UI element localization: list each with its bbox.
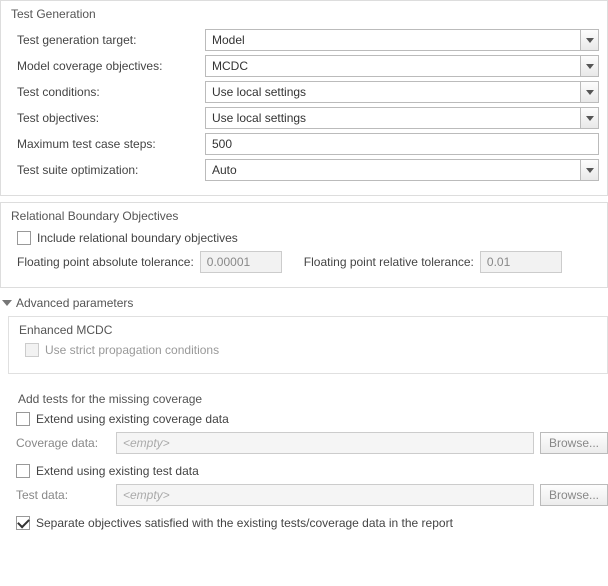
label-extend-coverage: Extend using existing coverage data xyxy=(36,412,229,426)
label-extend-test: Extend using existing test data xyxy=(36,464,199,478)
chevron-down-icon xyxy=(586,168,594,173)
row-extend-coverage: Extend using existing coverage data xyxy=(16,412,608,426)
row-coverage-data: Coverage data: Browse... xyxy=(16,432,608,454)
label-test-data: Test data: xyxy=(16,488,110,502)
row-extend-test: Extend using existing test data xyxy=(16,464,608,478)
advanced-header[interactable]: Advanced parameters xyxy=(2,296,608,310)
select-conditions[interactable]: Use local settings xyxy=(205,81,599,103)
row-strict-prop: Use strict propagation conditions xyxy=(25,343,599,357)
advanced-title: Advanced parameters xyxy=(16,296,133,310)
row-objectives: Test objectives: Use local settings xyxy=(17,107,599,129)
select-objectives[interactable]: Use local settings xyxy=(205,107,599,129)
checkbox-extend-coverage[interactable] xyxy=(16,412,30,426)
label-rel-tol: Floating point relative tolerance: xyxy=(304,255,474,269)
label-maxsteps: Maximum test case steps: xyxy=(17,137,205,151)
select-coverage[interactable]: MCDC xyxy=(205,55,599,77)
label-optimization: Test suite optimization: xyxy=(17,163,205,177)
chevron-down-icon xyxy=(586,64,594,69)
select-optimization-button[interactable] xyxy=(580,160,598,180)
row-target: Test generation target: Model xyxy=(17,29,599,51)
browse-coverage-button: Browse... xyxy=(540,432,608,454)
label-include-relational: Include relational boundary objectives xyxy=(37,231,238,245)
triangle-down-icon xyxy=(2,300,12,306)
row-tolerances: Floating point absolute tolerance: Float… xyxy=(17,251,599,273)
label-objectives: Test objectives: xyxy=(17,111,205,125)
select-target[interactable]: Model xyxy=(205,29,599,51)
relational-title: Relational Boundary Objectives xyxy=(11,209,599,223)
chevron-down-icon xyxy=(586,116,594,121)
input-maxsteps[interactable] xyxy=(205,133,599,155)
label-strict-prop: Use strict propagation conditions xyxy=(45,343,219,357)
label-coverage-data: Coverage data: xyxy=(16,436,110,450)
row-test-data: Test data: Browse... xyxy=(16,484,608,506)
checkbox-include-relational[interactable] xyxy=(17,231,31,245)
checkbox-separate[interactable] xyxy=(16,516,30,530)
select-target-value: Model xyxy=(206,30,580,50)
label-coverage: Model coverage objectives: xyxy=(17,59,205,73)
enhanced-mcdc-panel: Enhanced MCDC Use strict propagation con… xyxy=(8,316,608,374)
select-objectives-value: Use local settings xyxy=(206,108,580,128)
missing-coverage-title: Add tests for the missing coverage xyxy=(18,392,608,406)
label-separate: Separate objectives satisfied with the e… xyxy=(36,516,453,530)
chevron-down-icon xyxy=(586,38,594,43)
row-include-relational: Include relational boundary objectives xyxy=(17,231,599,245)
test-generation-title: Test Generation xyxy=(11,7,599,21)
input-abs-tol xyxy=(200,251,282,273)
label-abs-tol: Floating point absolute tolerance: xyxy=(17,255,194,269)
row-maxsteps: Maximum test case steps: xyxy=(17,133,599,155)
input-rel-tol xyxy=(480,251,562,273)
select-objectives-button[interactable] xyxy=(580,108,598,128)
enhanced-mcdc-title: Enhanced MCDC xyxy=(19,323,599,337)
checkbox-strict-prop xyxy=(25,343,39,357)
missing-coverage-panel: Add tests for the missing coverage Exten… xyxy=(8,384,608,546)
label-target: Test generation target: xyxy=(17,33,205,47)
relational-panel: Relational Boundary Objectives Include r… xyxy=(0,202,608,288)
select-target-button[interactable] xyxy=(580,30,598,50)
input-coverage-data xyxy=(116,432,534,454)
row-separate: Separate objectives satisfied with the e… xyxy=(16,516,608,530)
select-coverage-button[interactable] xyxy=(580,56,598,76)
checkbox-extend-test[interactable] xyxy=(16,464,30,478)
browse-test-button: Browse... xyxy=(540,484,608,506)
input-test-data xyxy=(116,484,534,506)
label-conditions: Test conditions: xyxy=(17,85,205,99)
select-optimization[interactable]: Auto xyxy=(205,159,599,181)
select-conditions-value: Use local settings xyxy=(206,82,580,102)
select-coverage-value: MCDC xyxy=(206,56,580,76)
chevron-down-icon xyxy=(586,90,594,95)
select-optimization-value: Auto xyxy=(206,160,580,180)
row-conditions: Test conditions: Use local settings xyxy=(17,81,599,103)
test-generation-panel: Test Generation Test generation target: … xyxy=(0,0,608,196)
row-optimization: Test suite optimization: Auto xyxy=(17,159,599,181)
row-coverage: Model coverage objectives: MCDC xyxy=(17,55,599,77)
select-conditions-button[interactable] xyxy=(580,82,598,102)
